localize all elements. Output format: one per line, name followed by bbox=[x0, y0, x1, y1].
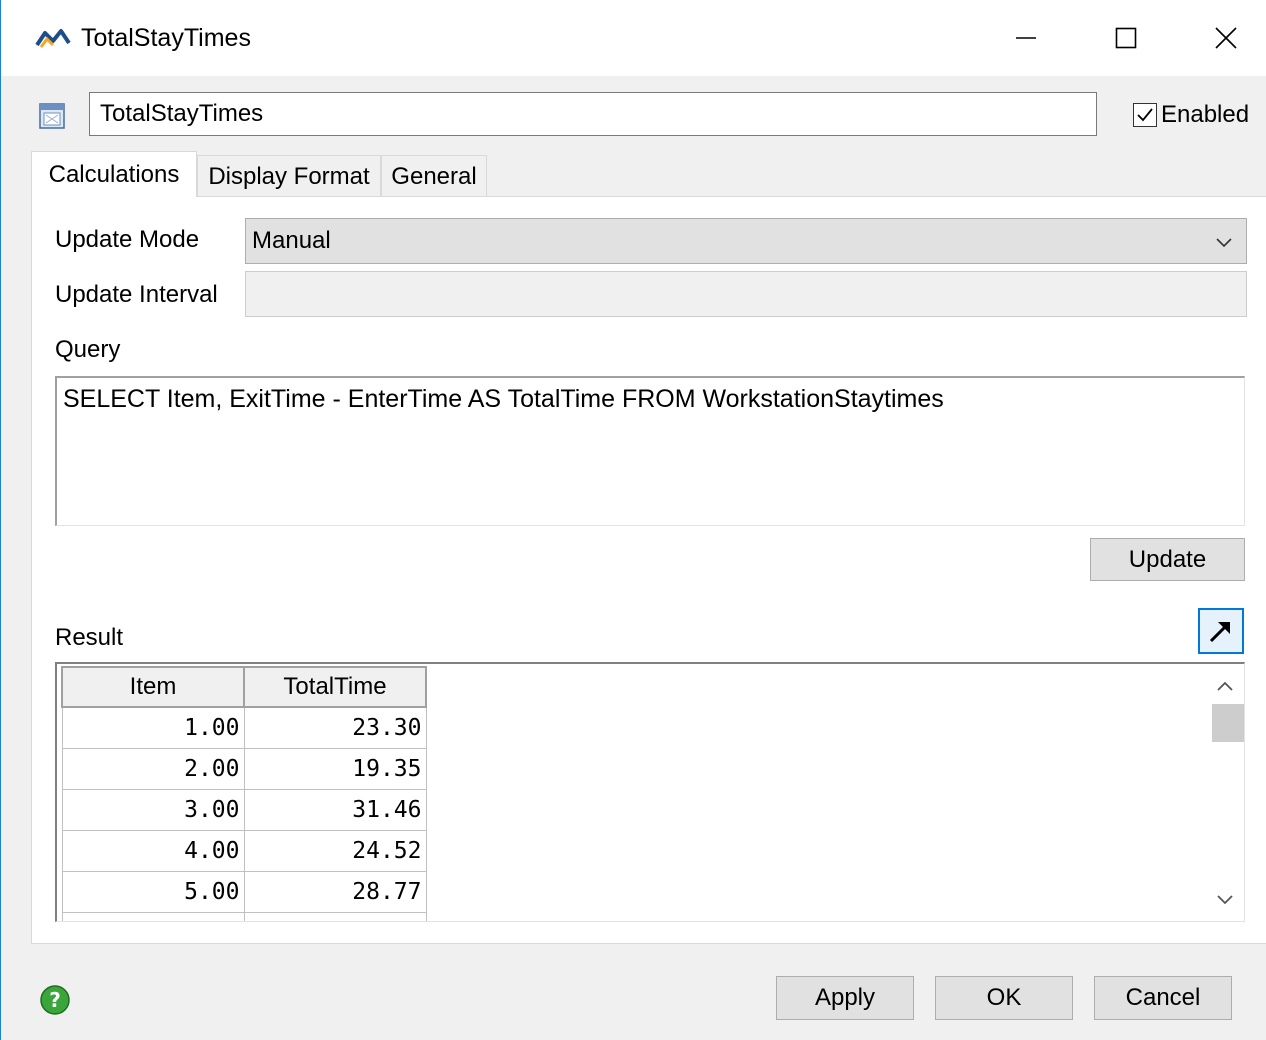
scrollbar-thumb[interactable] bbox=[1212, 704, 1244, 742]
vertical-scrollbar[interactable] bbox=[1205, 664, 1244, 921]
update-interval-label: Update Interval bbox=[55, 281, 218, 308]
result-table: Item TotalTime 1.00 23.30 2.00 19.35 3.0… bbox=[61, 666, 427, 921]
cell-totaltime[interactable]: 19.35 bbox=[243, 747, 427, 790]
help-icon[interactable]: ? bbox=[39, 984, 71, 1016]
cell-totaltime[interactable]: 28.77 bbox=[243, 870, 427, 913]
table-row[interactable]: 4.00 24.52 bbox=[61, 829, 427, 872]
enabled-label: Enabled bbox=[1161, 101, 1250, 128]
calculated-table-icon bbox=[39, 103, 65, 129]
expand-arrow-icon bbox=[1209, 621, 1231, 643]
maximize-button[interactable] bbox=[1081, 0, 1171, 76]
app-icon bbox=[35, 29, 71, 48]
checkbox-box[interactable] bbox=[1133, 103, 1157, 127]
dialog-window: TotalStayTimes Enabled Calculations Disp… bbox=[0, 0, 1266, 1040]
window-title: TotalStayTimes bbox=[81, 24, 251, 52]
cell-totaltime[interactable]: 31.46 bbox=[243, 788, 427, 831]
checkmark-icon bbox=[1137, 108, 1153, 122]
query-label: Query bbox=[55, 336, 121, 363]
scroll-down-icon[interactable] bbox=[1215, 892, 1235, 908]
apply-button[interactable]: Apply bbox=[776, 976, 914, 1020]
table-row[interactable]: 5.00 28.77 bbox=[61, 870, 427, 913]
column-header-totaltime[interactable]: TotalTime bbox=[243, 666, 427, 708]
enabled-checkbox[interactable]: Enabled bbox=[1133, 101, 1249, 129]
cancel-button[interactable]: Cancel bbox=[1094, 976, 1232, 1020]
svg-text:?: ? bbox=[49, 988, 61, 1012]
chevron-down-icon bbox=[1216, 238, 1232, 248]
cell-item[interactable]: 5.00 bbox=[61, 870, 245, 913]
close-icon bbox=[1215, 27, 1237, 49]
cell-item[interactable]: 1.00 bbox=[61, 706, 245, 749]
update-mode-label: Update Mode bbox=[55, 226, 200, 253]
table-row[interactable]: 3.00 31.46 bbox=[61, 788, 427, 831]
table-row[interactable]: 6.00 17.00 bbox=[61, 911, 427, 921]
ok-button[interactable]: OK bbox=[935, 976, 1073, 1020]
cell-item[interactable]: 4.00 bbox=[61, 829, 245, 872]
table-row[interactable]: 1.00 23.30 bbox=[61, 706, 427, 749]
title-bar: TotalStayTimes bbox=[1, 0, 1266, 76]
cell-item[interactable]: 3.00 bbox=[61, 788, 245, 831]
cell-totaltime[interactable]: 17.00 bbox=[243, 911, 427, 921]
update-mode-select[interactable]: Manual bbox=[245, 218, 1247, 264]
tab-calculations[interactable]: Calculations bbox=[31, 151, 197, 197]
cell-item[interactable]: 6.00 bbox=[61, 911, 245, 921]
update-mode-value: Manual bbox=[252, 227, 331, 254]
result-label: Result bbox=[55, 624, 124, 651]
tab-display-format[interactable]: Display Format bbox=[197, 155, 381, 197]
cell-item[interactable]: 2.00 bbox=[61, 747, 245, 790]
update-interval-input[interactable] bbox=[245, 271, 1247, 317]
result-table-view[interactable]: Item TotalTime 1.00 23.30 2.00 19.35 3.0… bbox=[55, 662, 1245, 922]
minimize-button[interactable] bbox=[981, 0, 1071, 76]
minimize-icon bbox=[1016, 37, 1036, 39]
table-row[interactable]: 2.00 19.35 bbox=[61, 747, 427, 790]
cell-totaltime[interactable]: 24.52 bbox=[243, 829, 427, 872]
tab-general[interactable]: General bbox=[381, 155, 487, 197]
maximize-icon bbox=[1115, 27, 1137, 49]
object-name-input[interactable] bbox=[89, 92, 1097, 136]
close-button[interactable] bbox=[1181, 0, 1266, 76]
update-button[interactable]: Update bbox=[1090, 538, 1245, 581]
expand-result-button[interactable] bbox=[1198, 608, 1244, 654]
query-editor[interactable]: SELECT Item, ExitTime - EnterTime AS Tot… bbox=[55, 376, 1245, 526]
cell-totaltime[interactable]: 23.30 bbox=[243, 706, 427, 749]
column-header-item[interactable]: Item bbox=[61, 666, 245, 708]
scroll-up-icon[interactable] bbox=[1215, 678, 1235, 694]
